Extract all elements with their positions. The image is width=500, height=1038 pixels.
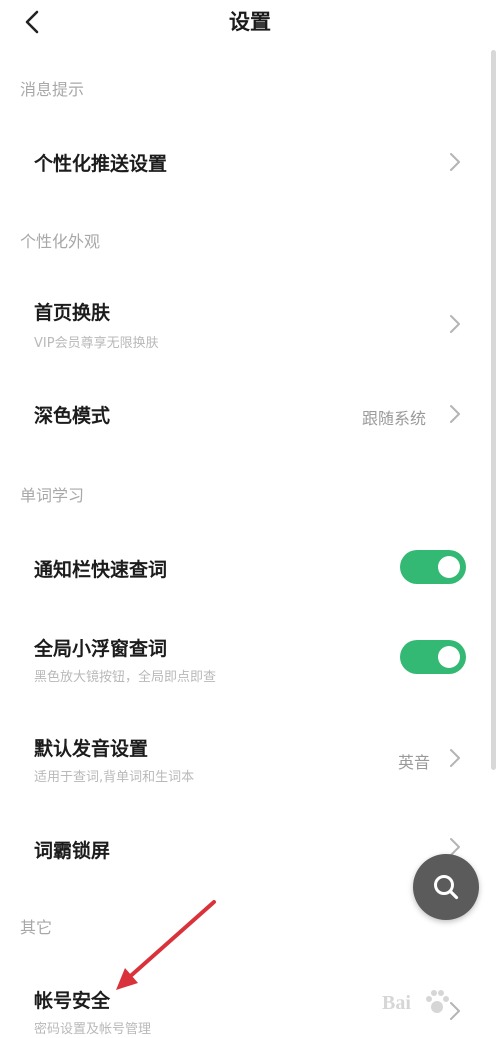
pronunciation-value: 英音 xyxy=(398,753,431,772)
dark-mode-label: 深色模式 xyxy=(34,405,111,427)
toggle-knob xyxy=(438,556,460,578)
section-header-appearance: 个性化外观 xyxy=(20,232,101,251)
push-settings-row[interactable]: 个性化推送设置 xyxy=(0,130,490,194)
floating-lookup-label: 全局小浮窗查词 xyxy=(34,638,168,660)
toggle-knob xyxy=(438,646,460,668)
notification-lookup-row: 通知栏快速查词 xyxy=(0,538,490,598)
dark-mode-value: 跟随系统 xyxy=(362,409,427,428)
section-header-word-study: 单词学习 xyxy=(20,486,85,505)
account-security-label: 帐号安全 xyxy=(34,990,111,1012)
page-title: 设置 xyxy=(229,10,271,34)
section-header-other: 其它 xyxy=(20,918,53,937)
floating-lookup-row: 全局小浮窗查词 黑色放大镜按钮，全局即点即查 xyxy=(0,628,490,692)
push-settings-label: 个性化推送设置 xyxy=(34,153,168,175)
chevron-right-icon xyxy=(450,153,460,171)
pronunciation-row[interactable]: 默认发音设置 适用于查词,背单词和生词本 英音 xyxy=(0,728,490,792)
floating-lookup-toggle[interactable] xyxy=(400,640,466,674)
watermark-glyph: Bai xyxy=(382,992,411,1014)
home-skin-subtitle: VIP会员尊享无限换肤 xyxy=(34,336,159,351)
floating-search-button[interactable] xyxy=(413,854,479,920)
scrollbar[interactable] xyxy=(491,50,496,770)
watermark-logo: Bai xyxy=(378,986,490,1022)
dark-mode-row[interactable]: 深色模式 跟随系统 xyxy=(0,384,490,444)
chevron-right-icon xyxy=(450,749,460,767)
paw-logo-icon xyxy=(426,990,449,1013)
home-skin-row[interactable]: 首页换肤 VIP会员尊享无限换肤 xyxy=(0,290,490,358)
chevron-right-icon xyxy=(450,315,460,333)
pronunciation-label: 默认发音设置 xyxy=(34,738,149,760)
search-icon xyxy=(434,875,459,900)
home-skin-label: 首页换肤 xyxy=(34,302,111,324)
notification-lookup-label: 通知栏快速查词 xyxy=(34,559,168,581)
account-security-subtitle: 密码设置及帐号管理 xyxy=(34,1022,152,1037)
lockscreen-label: 词霸锁屏 xyxy=(34,840,111,862)
top-bar: 设置 xyxy=(0,0,500,44)
floating-lookup-subtitle: 黑色放大镜按钮，全局即点即查 xyxy=(34,670,217,685)
section-header-notifications: 消息提示 xyxy=(20,80,85,99)
chevron-right-icon xyxy=(450,405,460,423)
pronunciation-subtitle: 适用于查词,背单词和生词本 xyxy=(34,770,195,785)
notification-lookup-toggle[interactable] xyxy=(400,550,466,584)
